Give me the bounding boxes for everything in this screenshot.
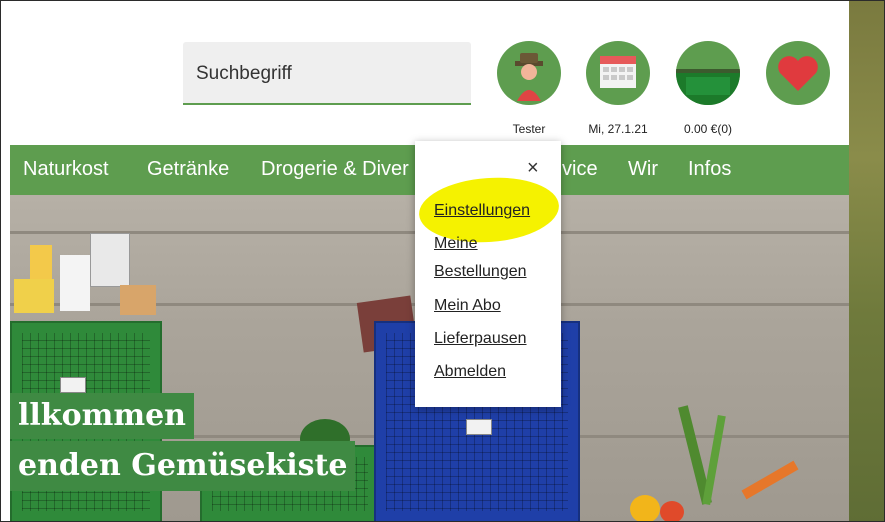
product-pile-image <box>10 225 170 325</box>
menu-item-meine-bestellungen-line2[interactable]: Bestellungen <box>434 258 527 286</box>
nav-service[interactable]: vice <box>562 158 598 181</box>
cart-total-label: 0.00 €(0) <box>683 122 733 136</box>
search-input[interactable] <box>196 60 456 88</box>
nav-drogerie[interactable]: Drogerie & Diver <box>261 158 409 181</box>
calendar-icon[interactable] <box>586 41 650 105</box>
cart-button[interactable]: 0.00 €(0) <box>675 41 741 136</box>
close-icon[interactable]: × <box>527 157 539 180</box>
site-header: Tester Mi, 27.1.21 <box>10 10 849 145</box>
background-photo-strip <box>849 1 884 521</box>
menu-item-abmelden[interactable]: Abmelden <box>434 358 506 386</box>
nav-getraenke[interactable]: Getränke <box>147 158 229 181</box>
menu-item-lieferpausen[interactable]: Lieferpausen <box>434 325 527 353</box>
menu-item-meine-bestellungen-line1[interactable]: Meine <box>434 230 478 258</box>
nav-naturkost[interactable]: Naturkost <box>23 158 109 181</box>
user-icon[interactable] <box>497 41 561 105</box>
user-account-button[interactable]: Tester <box>496 41 562 136</box>
account-dropdown-menu: × Einstellungen Meine Bestellungen Mein … <box>415 141 562 407</box>
vegetables-image <box>590 405 810 521</box>
nav-wir[interactable]: Wir <box>628 158 658 181</box>
hero-headline-line2: enden Gemüsekiste <box>10 441 356 491</box>
menu-item-mein-abo[interactable]: Mein Abo <box>434 292 501 320</box>
delivery-date-button[interactable]: Mi, 27.1.21 <box>585 41 651 136</box>
crate-icon[interactable] <box>676 41 740 105</box>
hero-headline-line1: llkommen <box>10 393 194 439</box>
favorites-button[interactable] <box>765 41 831 105</box>
user-name-label: Tester <box>512 122 546 136</box>
delivery-date-label: Mi, 27.1.21 <box>588 122 648 136</box>
heart-icon[interactable] <box>766 41 830 105</box>
nav-infos[interactable]: Infos <box>688 158 731 181</box>
search-box[interactable] <box>183 42 471 105</box>
browser-viewport: Tester Mi, 27.1.21 <box>0 0 885 522</box>
menu-item-einstellungen[interactable]: Einstellungen <box>434 197 530 225</box>
